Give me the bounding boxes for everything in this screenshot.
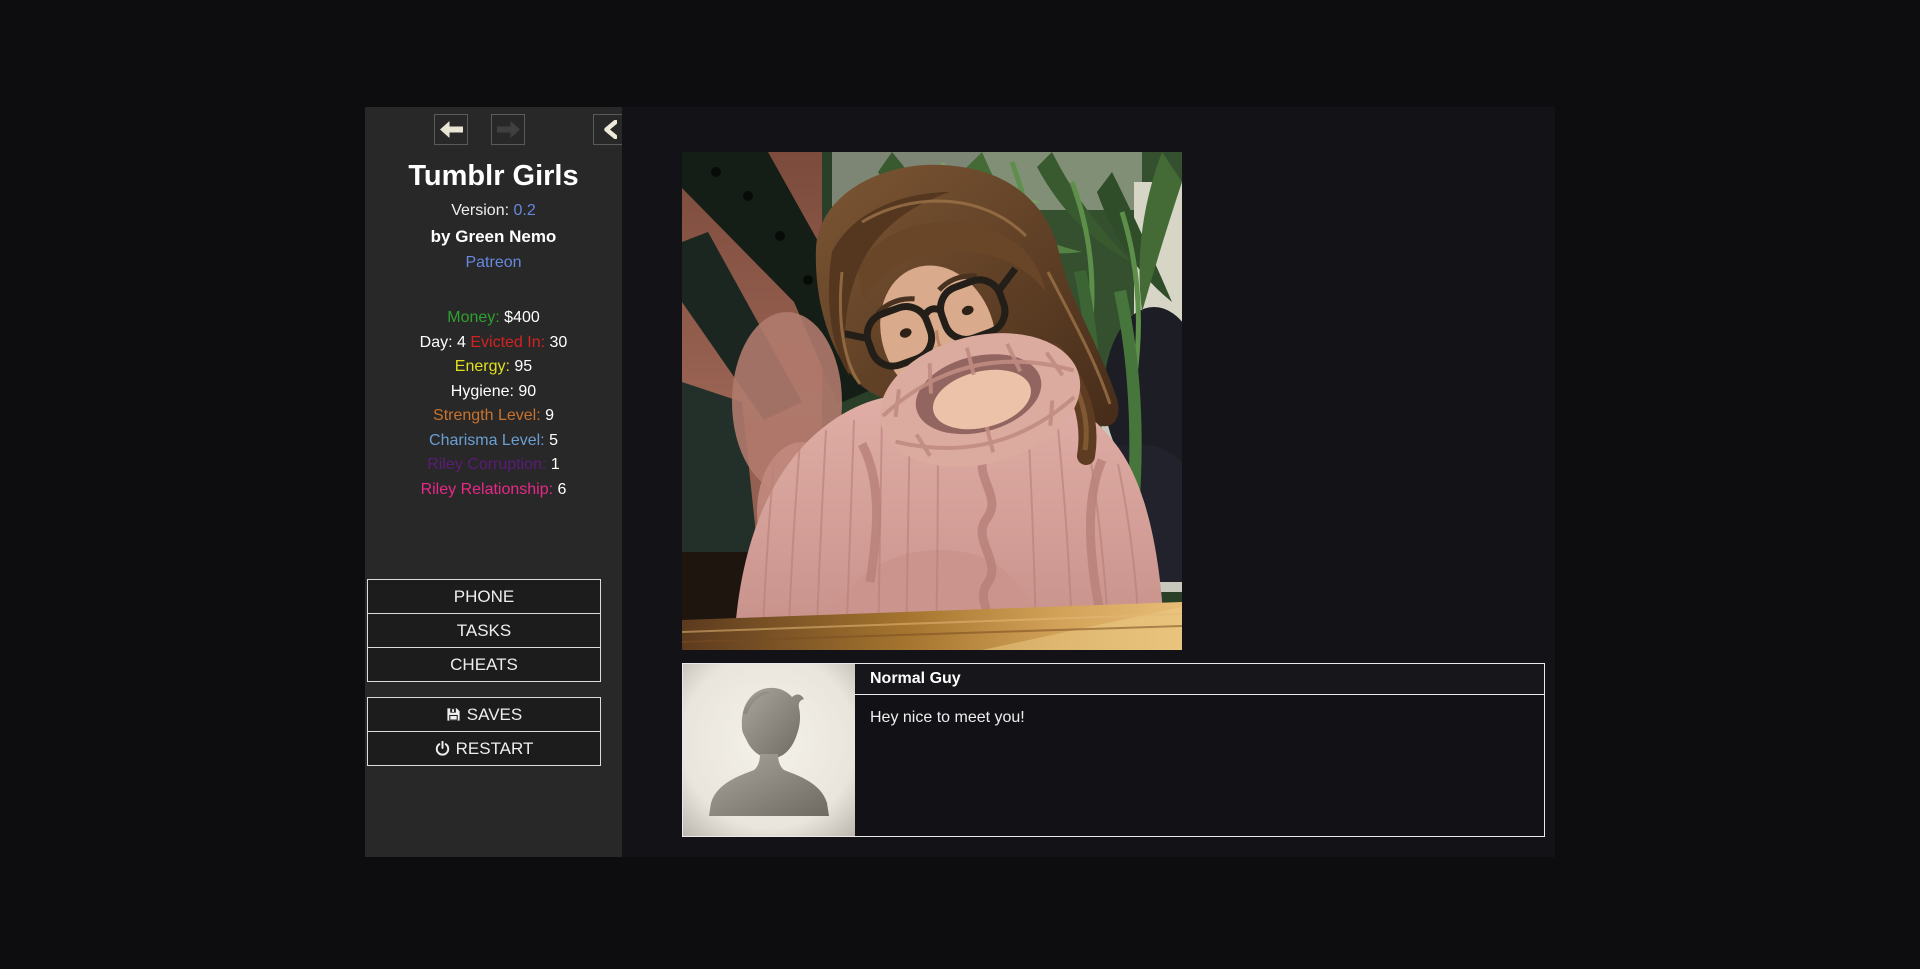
story-title: Tumblr Girls: [371, 160, 616, 193]
menu-tasks-button[interactable]: TASKS: [367, 613, 601, 648]
dialogue-content: Normal Guy Hey nice to meet you!: [855, 664, 1544, 836]
stat-line: Strength Level: 9: [365, 404, 622, 429]
version-link[interactable]: 0.2: [514, 202, 536, 219]
scene-photo: [682, 152, 1182, 650]
page: Tumblr Girls Version: 0.2 by Green Nemo …: [0, 0, 1920, 969]
restart-label: RESTART: [456, 739, 534, 759]
stat-line: Hygiene: 90: [365, 380, 622, 405]
arrow-left-icon: [440, 121, 463, 138]
saves-label: SAVES: [467, 705, 522, 725]
stat-line: Energy: 95: [365, 355, 622, 380]
dialogue-text: Hey nice to meet you!: [855, 695, 1544, 741]
restart-button[interactable]: RESTART: [367, 731, 601, 766]
stat-line: Money: $400: [365, 306, 622, 331]
saves-button[interactable]: SAVES: [367, 697, 601, 732]
arrow-right-icon: [497, 121, 520, 138]
stat-line: Charisma Level: 5: [365, 429, 622, 454]
chevron-left-icon: [604, 120, 617, 139]
history-controls: [365, 114, 622, 146]
history-forward-button[interactable]: [491, 114, 525, 145]
speaker-name: Normal Guy: [855, 664, 1544, 695]
patreon-link[interactable]: Patreon: [465, 254, 521, 271]
version-line: Version: 0.2: [365, 202, 622, 220]
menu-phone-label: PHONE: [454, 587, 514, 607]
floppy-disk-icon: [446, 707, 461, 722]
menu-tasks-label: TASKS: [457, 621, 511, 641]
version-label: Version:: [451, 202, 509, 219]
main-menu: PHONE TASKS CHEATS: [367, 579, 601, 682]
menu-phone-button[interactable]: PHONE: [367, 579, 601, 614]
stat-line: Riley Relationship: 6: [365, 478, 622, 503]
history-back-button[interactable]: [434, 114, 468, 145]
dialogue-box: Normal Guy Hey nice to meet you!: [682, 663, 1545, 837]
stat-line: Day: 4 Evicted In: 30: [365, 331, 622, 356]
stat-line: Riley Corruption: 1: [365, 453, 622, 478]
author-line: by Green Nemo: [365, 227, 622, 247]
sidebar: Tumblr Girls Version: 0.2 by Green Nemo …: [365, 107, 622, 857]
menu-cheats-button[interactable]: CHEATS: [367, 647, 601, 682]
menu-cheats-label: CHEATS: [450, 655, 518, 675]
passage-area: Normal Guy Hey nice to meet you!: [622, 107, 1555, 857]
system-menu: SAVES RESTART: [367, 697, 601, 766]
stats-list: Money: $400Day: 4 Evicted In: 30Energy: …: [365, 306, 622, 502]
speaker-avatar: [683, 664, 855, 836]
power-icon: [435, 741, 450, 756]
